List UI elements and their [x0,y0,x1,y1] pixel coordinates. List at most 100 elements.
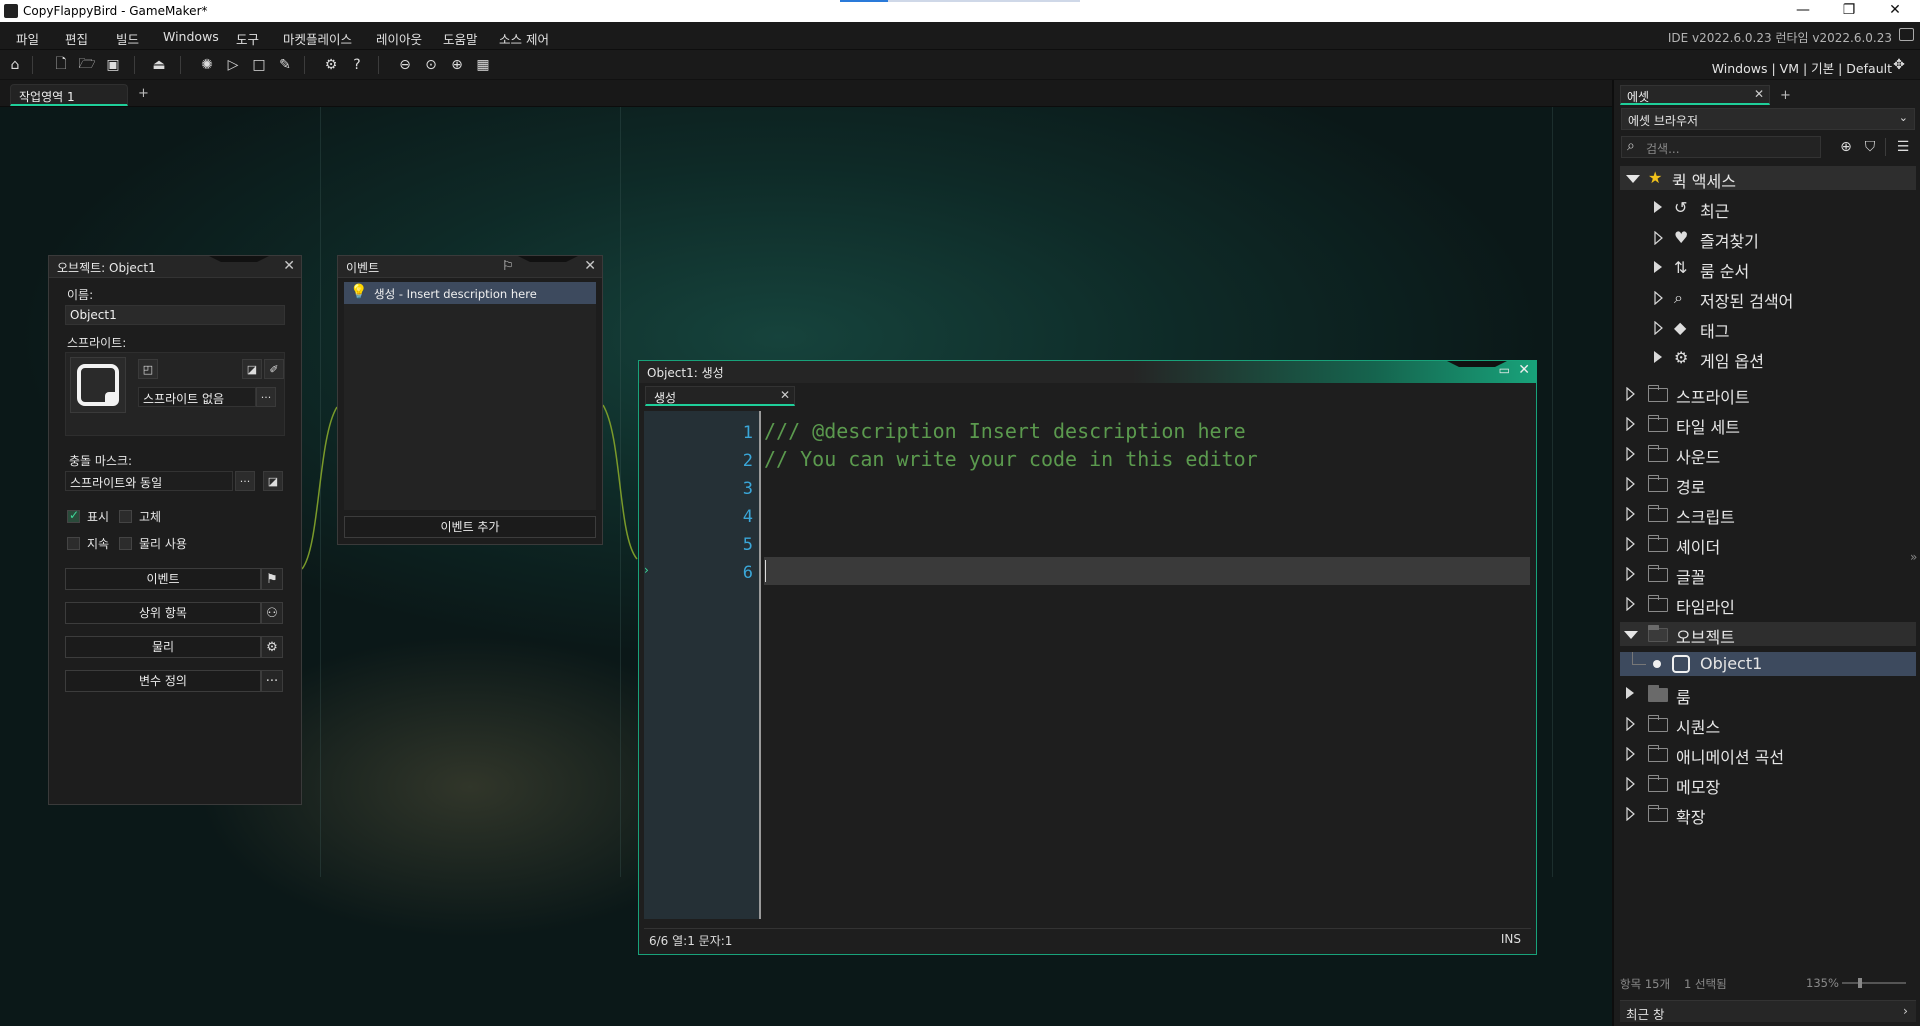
zoom-out-icon[interactable]: ⊖ [394,54,416,76]
edit-sprite-icon[interactable]: ◪ [242,359,262,379]
flag-icon[interactable]: ⚑ [261,568,283,590]
hierarchy-icon[interactable]: ⚇ [261,602,283,624]
collapse-icon[interactable] [1624,631,1638,639]
folder-sounds[interactable]: 사운드 [1620,442,1916,467]
filter-icon[interactable]: ⛉ [1859,136,1881,158]
asset-object1[interactable]: Object1 [1620,652,1916,676]
gear-icon[interactable]: ⚙ [261,636,283,658]
recent-windows-bar[interactable]: 최근 창 › [1620,1000,1916,1022]
home-icon[interactable]: ⌂ [4,54,26,76]
menu-windows[interactable]: Windows [163,29,219,44]
quick-item-favorites[interactable]: ♥ 즐겨찾기 [1620,226,1916,251]
fold-marker-icon[interactable]: › [644,563,649,577]
close-icon[interactable]: ✕ [584,258,596,274]
workspace-canvas[interactable]: 오브젝트: Object1 ✕ 이름: Object1 스프라이트: ◰ ◪ ✐… [0,107,1612,1026]
stop-icon[interactable]: □ [248,54,270,76]
add-tab-button[interactable]: + [1780,88,1791,103]
menu-layout[interactable]: 레이아웃 [376,29,422,48]
folder-fonts[interactable]: 글꼴 [1620,562,1916,587]
folder-sequences[interactable]: 시퀀스 [1620,712,1916,737]
grid-icon[interactable]: ▦ [472,54,494,76]
close-icon[interactable]: ✕ [283,258,295,274]
event-item-create[interactable]: 💡 생성 - Insert description here [344,282,596,304]
collision-mask-select[interactable]: 스프라이트와 동일 [65,471,233,491]
quick-item-game-options[interactable]: ⚙ 게임 옵션 [1620,346,1916,371]
folder-sprites[interactable]: 스프라이트 [1620,382,1916,407]
folder-objects[interactable]: 오브젝트 [1620,622,1916,647]
code-area[interactable] [764,411,1530,919]
more-icon[interactable]: ··· [261,670,283,692]
restore-button[interactable]: ❐ [1826,0,1872,22]
quick-item-room-order[interactable]: ⇅ 룸 순서 [1620,256,1916,281]
menu-icon[interactable]: ☰ [1892,136,1914,158]
mask-browse-button[interactable]: ··· [235,471,255,491]
clean-icon[interactable]: ✎ [274,54,296,76]
sprite-preview[interactable] [70,357,126,413]
quick-access-node[interactable]: ★ 퀵 액세스 [1620,166,1916,191]
open-project-icon[interactable]: 🗁 [76,54,98,76]
debug-icon[interactable]: ✺ [196,54,218,76]
minimize-button[interactable]: — [1780,0,1826,22]
paint-sprite-icon[interactable]: ✐ [264,359,284,379]
folder-timelines[interactable]: 타임라인 [1620,592,1916,617]
sprite-select[interactable]: 스프라이트 없음 [138,387,256,407]
uses-physics-checkbox[interactable] [119,537,132,550]
new-project-icon[interactable]: 🗋 [50,54,72,76]
zoom-reset-icon[interactable]: ⊙ [420,54,442,76]
create-asset-icon[interactable]: ⊕ [1835,136,1857,158]
object-name-field[interactable]: Object1 [65,305,285,325]
menu-source-control[interactable]: 소스 제어 [499,29,549,48]
tab-assets[interactable]: 에셋 ✕ [1620,85,1770,105]
quick-item-recent[interactable]: ↺ 최근 [1620,196,1916,221]
folder-notes[interactable]: 메모장 [1620,772,1916,797]
tab-workspace-1[interactable]: 작업영역 1 [10,84,128,106]
folder-scripts[interactable]: 스크립트 [1620,502,1916,527]
asset-search-input[interactable]: ⌕ 검색... [1621,136,1821,158]
menu-tools[interactable]: 도구 [236,29,259,48]
folder-rooms[interactable]: 룸 [1620,682,1916,707]
folder-shaders[interactable]: 셰이더 [1620,532,1916,557]
folder-paths[interactable]: 경로 [1620,472,1916,497]
quick-item-saved-searches[interactable]: ⌕ 저장된 검색어 [1620,286,1916,311]
menu-help[interactable]: 도움말 [443,29,478,48]
quick-item-tags[interactable]: ◆ 태그 [1620,316,1916,341]
target-config[interactable]: Windows | VM | 기본 | Default [1712,58,1892,77]
folder-animation-curves[interactable]: 애니메이션 곡선 [1620,742,1916,767]
edit-mask-icon[interactable]: ◪ [263,471,283,491]
folder-extensions[interactable]: 확장 [1620,802,1916,827]
variable-definitions-button[interactable]: 변수 정의 [65,670,261,692]
new-sprite-icon[interactable]: ◰ [138,359,158,379]
menu-build[interactable]: 빌드 [116,29,139,48]
help-icon[interactable]: ? [346,54,368,76]
folder-tilesets[interactable]: 타일 세트 [1620,412,1916,437]
chat-icon[interactable] [1899,28,1914,41]
maximize-icon[interactable]: ▭ [1499,363,1510,377]
menu-edit[interactable]: 편집 [65,29,88,48]
sprite-browse-button[interactable]: ··· [256,387,276,407]
persistent-checkbox[interactable] [67,537,80,550]
physics-button[interactable]: 물리 [65,636,261,658]
close-icon[interactable]: ✕ [1518,362,1530,378]
parent-button[interactable]: 상위 항목 [65,602,261,624]
preferences-icon[interactable]: ⚙ [320,54,342,76]
close-icon[interactable]: ✕ [1754,87,1764,101]
add-event-button[interactable]: 이벤트 추가 [344,516,596,538]
asset-view-dropdown[interactable]: 에셋 브라우저 ⌄ [1621,108,1915,130]
visible-checkbox[interactable] [67,508,80,523]
flag-icon[interactable]: ⚐ [502,259,514,274]
zoom-slider[interactable] [1842,982,1906,984]
zoom-slider-thumb[interactable] [1858,978,1862,988]
zoom-in-icon[interactable]: ⊕ [446,54,468,76]
collapse-panel-icon[interactable]: » [1910,550,1917,564]
run-icon[interactable]: ▷ [222,54,244,76]
collapse-icon[interactable] [1626,175,1640,183]
menu-marketplace[interactable]: 마켓플레이스 [283,29,352,48]
events-button[interactable]: 이벤트 [65,568,261,590]
menu-file[interactable]: 파일 [16,29,39,48]
solid-checkbox[interactable] [119,510,132,523]
add-workspace-button[interactable]: + [138,86,149,101]
tab-create-event[interactable]: 생성 ✕ [645,386,795,406]
target-settings-icon[interactable]: ✥ [1888,54,1910,76]
create-executable-icon[interactable]: ⏏ [148,54,170,76]
close-window-button[interactable]: ✕ [1872,0,1918,22]
